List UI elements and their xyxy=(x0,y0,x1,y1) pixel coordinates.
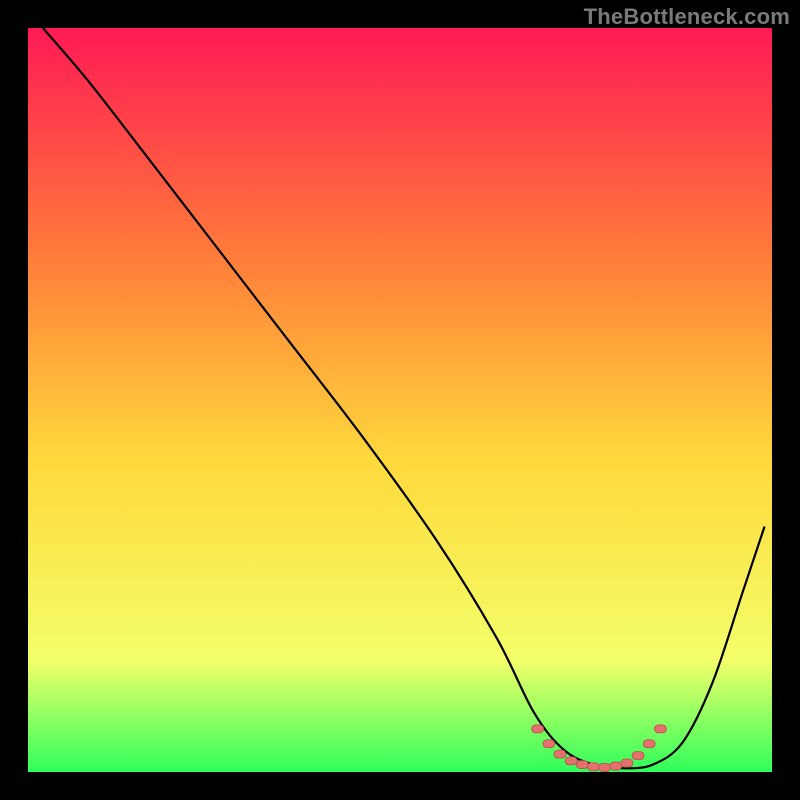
marker-dot xyxy=(554,750,566,758)
marker-dot xyxy=(621,759,633,767)
chart-frame: TheBottleneck.com xyxy=(0,0,800,800)
chart-svg xyxy=(28,28,772,772)
gradient-background xyxy=(28,28,772,772)
marker-dot xyxy=(532,725,544,733)
marker-dot xyxy=(587,763,599,771)
marker-dot xyxy=(599,764,611,772)
marker-dot xyxy=(576,761,588,769)
marker-dot xyxy=(643,740,655,748)
marker-dot xyxy=(654,725,666,733)
watermark-text: TheBottleneck.com xyxy=(584,4,790,30)
plot-area xyxy=(28,28,772,772)
marker-dot xyxy=(632,752,644,760)
marker-dot xyxy=(543,740,555,748)
marker-dot xyxy=(610,762,622,770)
marker-dot xyxy=(565,757,577,765)
